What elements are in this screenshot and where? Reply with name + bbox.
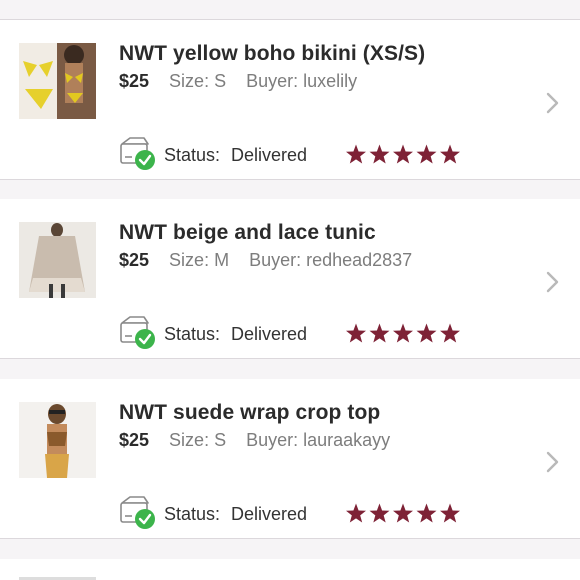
chevron-right-icon[interactable] <box>540 90 566 116</box>
package-delivered-icon <box>118 136 158 172</box>
star-icon <box>393 144 413 164</box>
listing-title: NWT suede wrap crop top <box>119 401 381 424</box>
star-icon <box>346 323 366 343</box>
chevron-right-icon[interactable] <box>540 449 566 475</box>
buyer: Buyer: redhead2837 <box>249 250 413 270</box>
status-row: Status: Delivered <box>118 136 478 172</box>
star-icon <box>393 503 413 523</box>
listing-meta: $25 Size: S Buyer: lauraakayy <box>119 430 390 451</box>
product-thumbnail <box>19 43 96 119</box>
chevron-right-icon[interactable] <box>540 269 566 295</box>
status-row: Status: Delivered <box>118 495 478 531</box>
star-icon <box>416 144 437 164</box>
star-icon <box>346 144 366 164</box>
star-icon <box>393 323 413 343</box>
star-icon <box>416 503 437 523</box>
listing-meta: $25 Size: M Buyer: redhead2837 <box>119 250 412 271</box>
listing-title: NWT beige and lace tunic <box>119 221 376 244</box>
listing-meta: $25 Size: S Buyer: luxelily <box>119 71 357 92</box>
star-icon <box>346 503 366 523</box>
status-value: Delivered <box>231 145 308 165</box>
status-label: Status: <box>164 324 221 344</box>
listing-title: NWT yellow boho bikini (XS/S) <box>119 42 426 65</box>
buyer: Buyer: luxelily <box>246 71 358 91</box>
star-icon <box>440 144 460 164</box>
status-value: Delivered <box>231 504 308 524</box>
package-delivered-icon <box>118 315 158 351</box>
order-list-item[interactable]: NWT yellow boho bikini (XS/S) $25 Size: S… <box>0 20 580 180</box>
star-icon <box>416 323 437 343</box>
status-label: Status: <box>164 504 221 524</box>
star-icon <box>440 323 460 343</box>
order-list-item[interactable] <box>0 559 580 580</box>
star-rating <box>345 503 460 525</box>
status-label: Status: <box>164 145 221 165</box>
star-icon <box>369 503 390 523</box>
star-rating <box>345 144 460 166</box>
star-icon <box>440 503 460 523</box>
product-thumbnail <box>19 222 96 298</box>
size: Size: M <box>169 250 230 270</box>
size: Size: S <box>169 71 227 91</box>
order-list-item[interactable]: NWT beige and lace tunic $25 Size: M Buyer… <box>0 199 580 359</box>
status-row: Status: Delivered <box>118 315 478 351</box>
price: $25 <box>119 250 150 270</box>
product-thumbnail <box>19 402 96 478</box>
price: $25 <box>119 430 150 450</box>
package-delivered-icon <box>118 495 158 531</box>
order-list-item[interactable]: NWT suede wrap crop top $25 Size: S Buyer:… <box>0 379 580 539</box>
buyer: Buyer: lauraakayy <box>246 430 391 450</box>
status-value: Delivered <box>231 324 308 344</box>
price: $25 <box>119 71 150 91</box>
star-rating <box>345 323 460 345</box>
star-icon <box>369 144 390 164</box>
star-icon <box>369 323 390 343</box>
size: Size: S <box>169 430 227 450</box>
